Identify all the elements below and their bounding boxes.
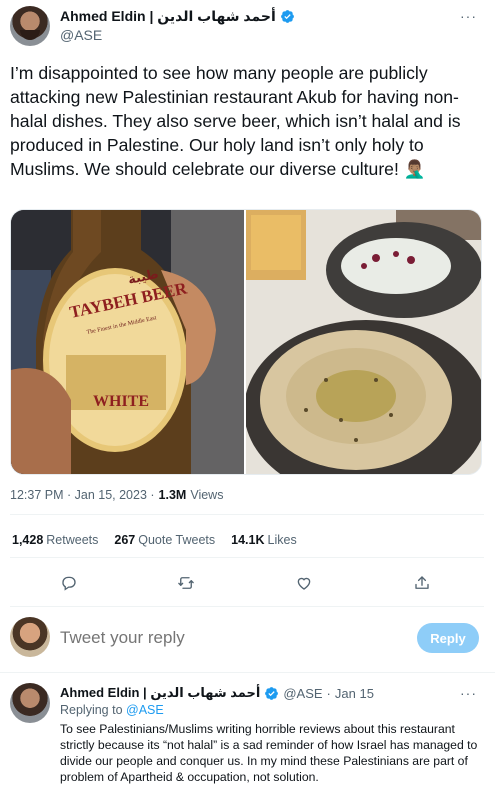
photo-hummus-dish[interactable]: [246, 210, 481, 474]
heart-icon[interactable]: [289, 568, 319, 598]
verified-badge-icon: [265, 686, 279, 700]
author-avatar[interactable]: [10, 6, 50, 46]
reply-author-name[interactable]: Ahmed Eldin | أحمد شهاب الدين: [60, 685, 260, 701]
share-icon[interactable]: [407, 568, 437, 598]
tweet-stats: 1,428 Retweets 267 Quote Tweets 14.1K Likes: [12, 533, 297, 547]
beer-variant-label: WHITE: [93, 393, 149, 410]
replying-to-label: Replying to: [60, 703, 123, 717]
author-name-row[interactable]: Ahmed Eldin | أحمد شهاب الدين: [60, 8, 295, 25]
stat-likes[interactable]: 14.1K Likes: [231, 533, 297, 547]
author-name[interactable]: Ahmed Eldin | أحمد شهاب الدين: [60, 8, 276, 25]
replying-to-handle-link[interactable]: @ASE: [126, 703, 164, 717]
hummus-plate-illustration: [246, 210, 481, 474]
reply-composer: Reply: [0, 613, 495, 663]
stat-retweets[interactable]: 1,428 Retweets: [12, 533, 98, 547]
divider: [10, 606, 484, 607]
retweet-icon[interactable]: [171, 568, 201, 598]
reply-date[interactable]: Jan 15: [335, 686, 374, 701]
timestamp[interactable]: 12:37 PM · Jan 15, 2023 ·: [10, 488, 155, 502]
tweet-meta: 12:37 PM · Jan 15, 2023 · 1.3M Views: [10, 488, 223, 502]
reply-text: To see Palestinians/Muslims writing horr…: [60, 722, 478, 784]
divider: [10, 514, 484, 515]
reply-more-options-icon[interactable]: ···: [460, 685, 477, 701]
tweet-text: I’m disappointed to see how many people …: [10, 63, 461, 179]
tweet-actions: [0, 568, 495, 598]
replying-to: Replying to @ASE: [60, 703, 164, 717]
divider: [10, 557, 484, 558]
photo-beer-bottle[interactable]: طيبة TAYBEH BEER The Finest in the Middl…: [11, 210, 244, 474]
reply-icon[interactable]: [54, 568, 84, 598]
divider: [0, 672, 495, 673]
tweet-media[interactable]: طيبة TAYBEH BEER The Finest in the Middl…: [10, 209, 482, 475]
reply-separator: ·: [326, 685, 331, 701]
beer-bottle-illustration: طيبة TAYBEH BEER The Finest in the Middl…: [11, 210, 244, 474]
verified-badge-icon: [280, 10, 294, 23]
stat-quote-tweets[interactable]: 267 Quote Tweets: [114, 533, 215, 547]
views-label: Views: [190, 488, 224, 502]
reply-button[interactable]: Reply: [417, 623, 479, 653]
author-handle[interactable]: @ASE: [60, 27, 102, 43]
reply-author-handle[interactable]: @ASE: [283, 686, 322, 701]
reply-author-avatar[interactable]: [10, 683, 50, 723]
reply-header: Ahmed Eldin | أحمد شهاب الدين @ASE · Jan…: [60, 685, 374, 701]
more-options-icon[interactable]: ···: [460, 8, 477, 24]
reply-input[interactable]: [60, 628, 380, 648]
current-user-avatar[interactable]: [10, 617, 50, 657]
views-count: 1.3M: [158, 488, 187, 502]
